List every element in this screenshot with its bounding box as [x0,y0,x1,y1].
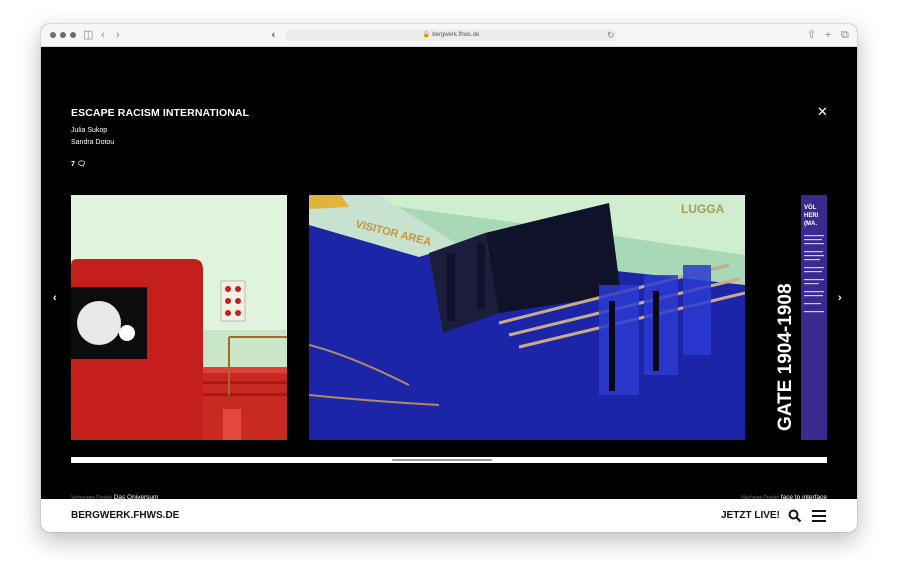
window-controls[interactable] [50,32,76,38]
project-lightbox: ESCAPE RACISM INTERNATIONAL Julia Sukop … [41,47,857,501]
site-footer-bar: BERGWERK.FHWS.DE JETZT LIVE! [41,499,857,532]
url-text: bergwerk.fhws.de [432,32,480,38]
author-name: Sandra Dotou [71,139,115,146]
comment-count-value: 7 [71,161,75,168]
panel-heading: HERI [804,213,819,219]
new-tab-icon[interactable]: + [825,28,831,42]
close-window-dot[interactable] [50,32,56,38]
browser-toolbar: ◫ ‹ › ◐ ▢ 🔒bergwerk.fhws.de ↻ ⇧ + ⧉ [41,24,857,47]
minimize-window-dot[interactable] [60,32,66,38]
gallery-scrollbar[interactable] [71,457,827,463]
live-link[interactable]: JETZT LIVE! [721,510,780,521]
hall-render: VISITOR AREA LUGGA [309,195,745,440]
maximize-window-dot[interactable] [70,32,76,38]
project-title: ESCAPE RACISM INTERNATIONAL [71,107,250,119]
author-name: Julia Sukop [71,127,108,134]
comment-count[interactable]: 7 🗨 [71,160,86,168]
panel-heading: (MA. [804,221,817,227]
luggage-sign: LUGGA [681,202,725,216]
train-render [71,195,287,440]
gallery-image-hall[interactable]: VISITOR AREA LUGGA [309,195,745,440]
browser-window: ◫ ‹ › ◐ ▢ 🔒bergwerk.fhws.de ↻ ⇧ + ⧉ ESCA… [41,24,857,532]
forward-icon[interactable]: › [116,28,120,42]
back-icon[interactable]: ‹ [101,28,105,42]
reload-icon[interactable]: ↻ [607,28,615,42]
panel-heading: VÖL [804,204,817,211]
hamburger-menu-icon[interactable] [812,510,826,522]
close-icon[interactable]: ✕ [817,104,828,120]
lock-icon: 🔒 [422,32,431,38]
speech-bubble-icon: 🗨 [76,161,86,168]
search-icon[interactable] [788,509,802,523]
gallery-image-gate[interactable]: GATE 1904-1908 VÖL HERI (MA. [767,195,827,440]
address-bar[interactable]: 🔒 bergwerk.fhws.de [286,29,616,41]
chevron-left-icon[interactable]: ‹ [53,292,57,304]
tab-overview-icon[interactable]: ⧉ [841,28,849,42]
gate-vertical-title: GATE 1904-1908 [775,283,796,431]
gate-render: GATE 1904-1908 VÖL HERI (MA. [767,195,827,440]
chevron-right-icon[interactable]: › [838,292,842,304]
privacy-shield-icon[interactable]: ◐ [271,28,278,42]
gallery-image-train[interactable] [71,195,287,440]
site-logo[interactable]: BERGWERK.FHWS.DE [71,510,179,521]
gallery-scroll-thumb[interactable] [392,459,492,461]
share-icon[interactable]: ⇧ [807,28,816,42]
sidebar-toggle-icon[interactable]: ◫ [83,28,93,42]
